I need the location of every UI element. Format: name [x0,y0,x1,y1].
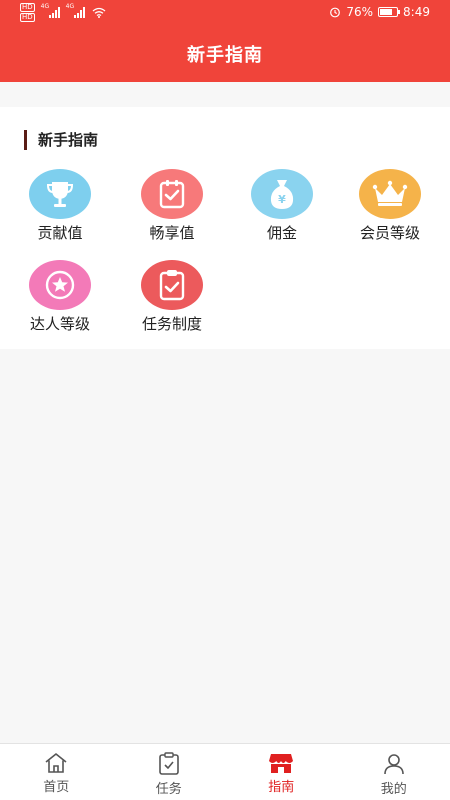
star-badge-icon [29,260,91,310]
section-title: 新手指南 [38,131,99,149]
guide-item-contribution[interactable]: 贡献值 [5,169,115,243]
crown-icon [359,169,421,219]
hd-badges: HD HD [20,3,35,22]
nav-label-guide: 指南 [268,780,295,795]
hd-badge: HD [20,13,35,22]
nav-item-task[interactable]: 任务 [113,744,226,800]
battery-percent: 76% [346,5,374,19]
battery-icon [378,7,401,17]
nav-label-mine: 我的 [380,782,407,797]
svg-text:¥: ¥ [278,193,286,206]
nav-item-home[interactable]: 首页 [0,744,113,800]
task-clipboard-icon [141,260,203,310]
battery-fill [380,9,393,15]
guide-item-label: 会员等级 [359,224,420,242]
money-bag-icon: ¥ [251,169,313,219]
clipboard-check-icon [141,169,203,219]
alarm-icon [330,7,341,18]
wifi-icon [92,7,106,18]
signal-type-label: 4G [40,3,50,10]
page-title: 新手指南 [187,45,263,66]
guide-item-label: 佣金 [266,224,297,242]
clock: 8:49 [403,5,430,19]
task-icon [158,752,179,775]
guide-item-label: 贡献值 [37,224,83,242]
section-accent-bar [24,129,27,150]
signal-type-label: 4G [65,3,75,10]
nav-label-task: 任务 [155,782,182,797]
signal-icon: 4G [41,3,60,18]
trophy-icon [29,169,91,219]
nav-item-mine[interactable]: 我的 [338,744,450,800]
guide-item-task-system[interactable]: 任务制度 [117,260,227,334]
status-right: 76% 8:49 [329,5,430,19]
guide-item-label: 畅享值 [149,224,195,242]
signal-icon: 4G [66,3,85,18]
home-icon [45,753,67,773]
bottom-nav: 首页 任务 指南 我的 [0,743,450,800]
hd-badge: HD [20,3,35,12]
nav-item-guide[interactable]: 指南 [225,744,338,800]
status-bar: HD HD 4G 4G 76% 8:49 [0,0,450,26]
user-icon [383,754,404,775]
guide-item-member-level[interactable]: 会员等级 [335,169,445,243]
section-header: 新手指南 [24,129,98,150]
guide-item-label: 达人等级 [29,315,90,333]
guide-card: 新手指南 贡献值 畅享值 ¥ 佣金 会员等级 达人等级 任务制度 [0,107,450,349]
status-indicators: HD HD 4G 4G [20,3,106,22]
app-header: 新手指南 [0,26,450,82]
guide-item-expert-level[interactable]: 达人等级 [5,260,115,334]
guide-item-label: 任务制度 [141,315,202,333]
guide-item-commission[interactable]: ¥ 佣金 [227,169,337,243]
store-icon [269,754,294,773]
nav-label-home: 首页 [43,780,70,795]
guide-item-enjoy[interactable]: 畅享值 [117,169,227,243]
